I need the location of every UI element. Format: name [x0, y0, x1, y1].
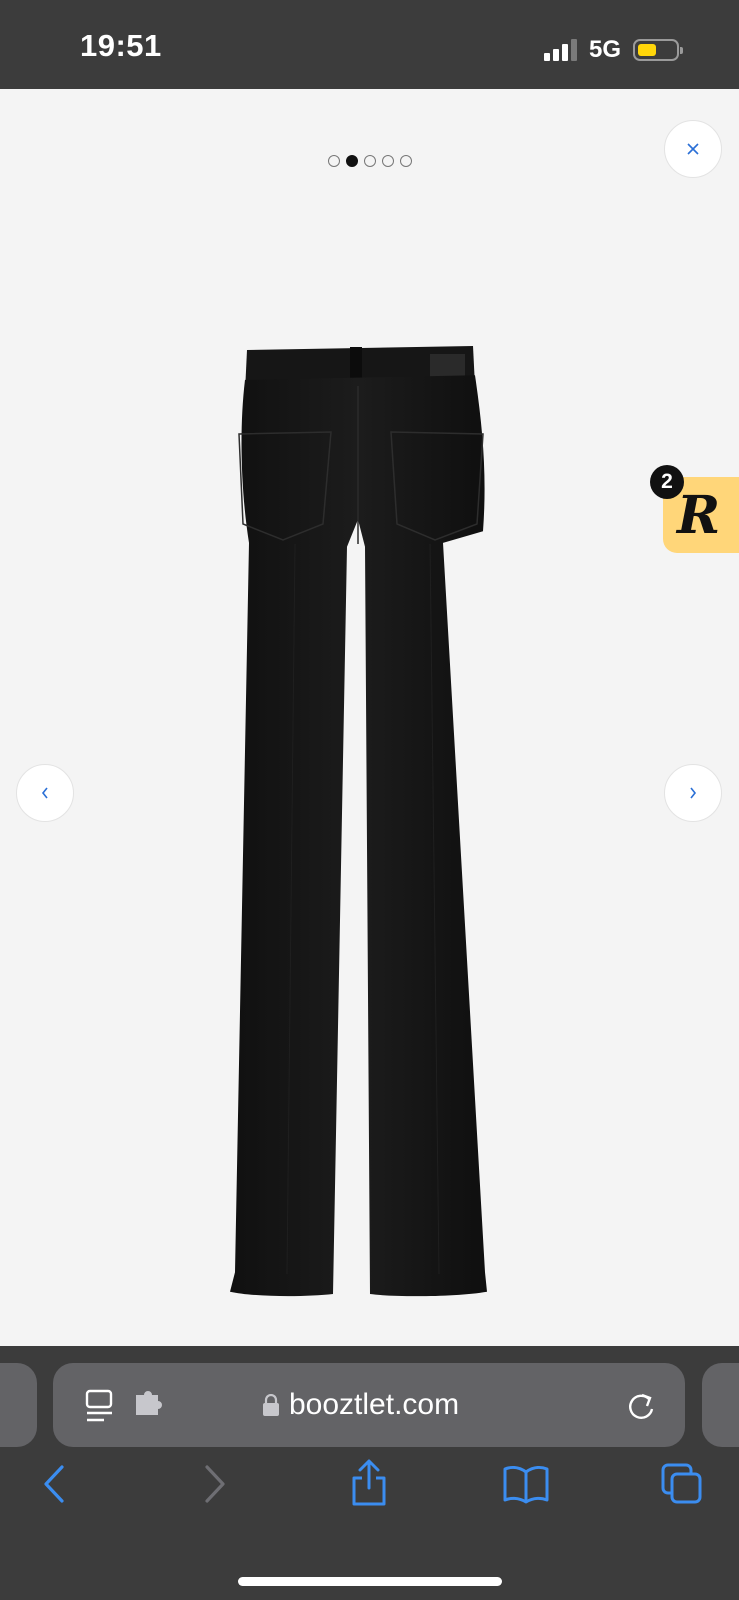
- network-type: 5G: [588, 36, 621, 63]
- status-indicators: 5G: [543, 36, 683, 64]
- battery-level: [638, 44, 656, 56]
- previous-tab-preview[interactable]: [0, 1363, 37, 1447]
- bookmarks-icon[interactable]: [502, 1464, 550, 1504]
- page-menu-icon[interactable]: [84, 1389, 116, 1423]
- status-bar: 19:51 5G: [0, 0, 739, 89]
- tabs-icon[interactable]: [660, 1462, 704, 1506]
- reload-icon[interactable]: [625, 1389, 657, 1423]
- battery-icon: [633, 39, 683, 61]
- gallery-dot[interactable]: [363, 155, 376, 167]
- browser-bottom-bar: booztlet.com: [0, 1346, 739, 1600]
- gallery-dot[interactable]: [327, 155, 340, 167]
- extension-icon[interactable]: [134, 1391, 166, 1417]
- product-gallery[interactable]: R 2: [0, 89, 739, 1346]
- chevron-right-icon: [690, 787, 697, 799]
- address-bar[interactable]: booztlet.com: [53, 1363, 685, 1447]
- gallery-pagination: [0, 155, 739, 167]
- signal-icon: [543, 39, 577, 61]
- gallery-dot-active[interactable]: [345, 155, 358, 167]
- reward-logo: R: [677, 485, 721, 546]
- gallery-dot[interactable]: [399, 155, 412, 167]
- chevron-left-icon: [41, 787, 48, 799]
- status-time: 19:51: [80, 28, 162, 63]
- home-indicator[interactable]: [238, 1577, 502, 1586]
- close-button[interactable]: [664, 120, 722, 178]
- browser-toolbar: [0, 1459, 739, 1534]
- notification-count-badge: 2: [650, 465, 684, 499]
- close-icon: [687, 143, 699, 155]
- back-arrow-icon[interactable]: [42, 1464, 68, 1504]
- next-image-button[interactable]: [664, 764, 722, 822]
- share-icon[interactable]: [349, 1458, 389, 1508]
- lock-icon: [263, 1394, 279, 1416]
- gallery-dot[interactable]: [381, 155, 394, 167]
- url-text[interactable]: booztlet.com: [289, 1388, 459, 1422]
- next-tab-preview[interactable]: [702, 1363, 739, 1447]
- forward-arrow-icon[interactable]: [201, 1464, 227, 1504]
- product-image: [230, 346, 487, 1297]
- previous-image-button[interactable]: [16, 764, 74, 822]
